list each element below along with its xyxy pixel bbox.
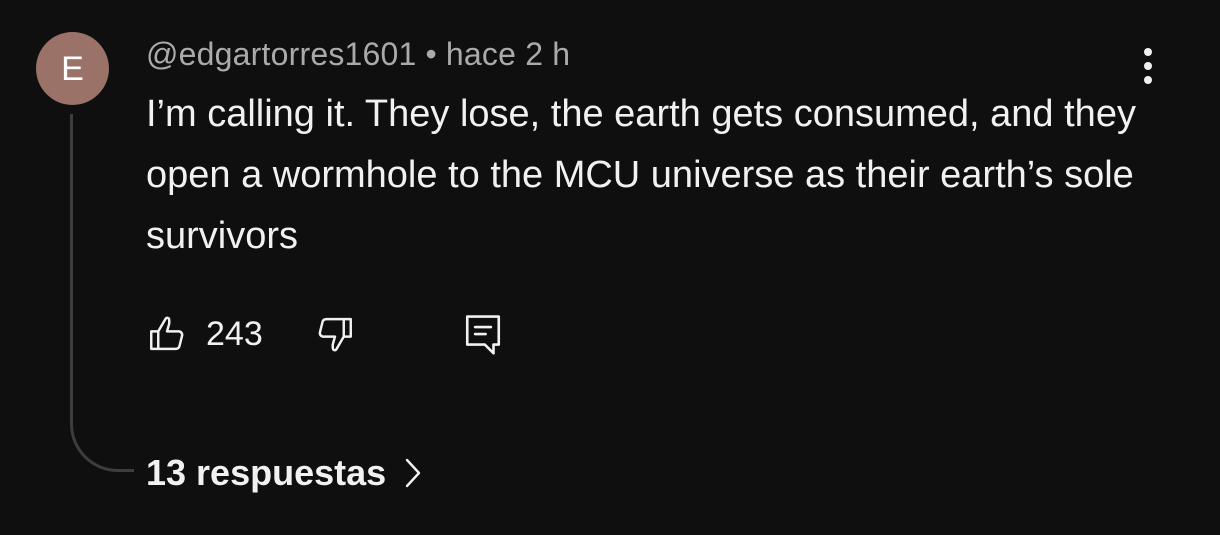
dislike-button[interactable] [314, 306, 356, 362]
thread-connector-line [70, 114, 134, 472]
avatar-letter: E [61, 49, 84, 88]
comment-header: @edgartorres1601 • hace 2 h [146, 36, 570, 73]
comment-actions: 243 [140, 306, 560, 362]
comment-timestamp[interactable]: hace 2 h [446, 36, 570, 72]
thumbs-up-icon [150, 316, 184, 351]
avatar[interactable]: E [36, 32, 109, 105]
like-count: 243 [206, 314, 263, 353]
author-handle[interactable]: @edgartorres1601 [146, 36, 417, 72]
chevron-right-icon [405, 458, 421, 488]
vertical-ellipsis-icon [1144, 48, 1152, 84]
comment-reply-icon [465, 315, 501, 355]
replies-count-label: 13 respuestas [146, 452, 387, 493]
like-button[interactable]: 243 [146, 306, 263, 362]
thumbs-down-icon [318, 317, 352, 352]
reply-button[interactable] [462, 306, 504, 362]
view-replies-button[interactable]: 13 respuestas [146, 452, 422, 494]
more-options-button[interactable] [1128, 42, 1168, 90]
comment-body: I’m calling it. They lose, the earth get… [146, 93, 1136, 257]
meta-separator: • [425, 36, 437, 72]
